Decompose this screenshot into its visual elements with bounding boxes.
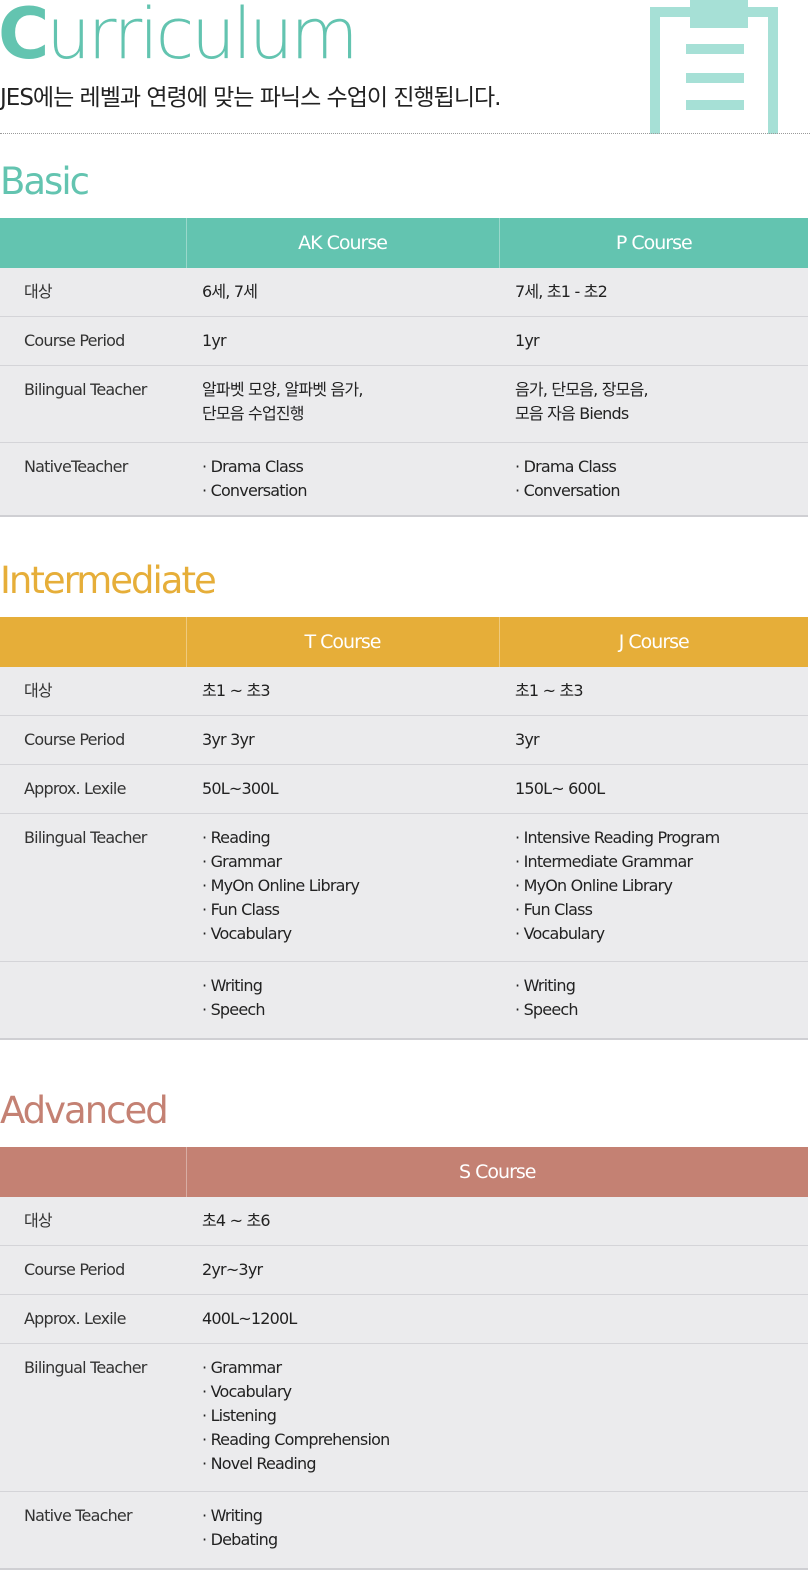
row-label: Course Period: [0, 1245, 186, 1295]
table-cell: 초4 ~ 초6: [186, 1197, 808, 1246]
table-cell: 2yr~3yr: [186, 1245, 808, 1295]
table-cell: · Intensive Reading Program · Intermedia…: [499, 813, 808, 962]
row-label: NativeTeacher: [0, 442, 186, 517]
basic-course-table: AK Course P Course 대상 6세, 7세 7세, 초1 - 초2…: [0, 218, 808, 517]
table-row: Course Period 3yr 3yr 3yr: [0, 715, 808, 765]
section-title-intermediate: Intermediate: [0, 559, 217, 602]
section-title-advanced: Advanced: [0, 1089, 169, 1132]
row-label: Bilingual Teacher: [0, 365, 186, 443]
row-label: 대상: [0, 1197, 186, 1246]
row-label: Approx. Lexile: [0, 764, 186, 814]
table-row: 대상 6세, 7세 7세, 초1 - 초2: [0, 268, 808, 317]
table-row: 대상 초1 ~ 초3 초1 ~ 초3: [0, 667, 808, 716]
table-cell: · Writing · Debating: [186, 1491, 808, 1570]
table-row: Course Period 1yr 1yr: [0, 316, 808, 366]
table-cell: 초1 ~ 초3: [186, 667, 499, 716]
column-header: [0, 1147, 186, 1197]
table-cell: 음가, 단모음, 장모음, 모음 자음 Biends: [499, 365, 808, 443]
column-header: P Course: [498, 218, 808, 268]
column-header: S Course: [185, 1147, 808, 1197]
table-cell: · Grammar · Vocabulary · Listening · Rea…: [186, 1343, 808, 1492]
clipboard-icon: [650, 0, 778, 134]
page-title-initial: C: [0, 0, 49, 75]
table-row: Approx. Lexile 400L~1200L: [0, 1294, 808, 1344]
table-cell: 150L~ 600L: [499, 764, 808, 814]
page-title: Curriculum: [0, 0, 359, 75]
page-header: Curriculum JES에는 레벨과 연령에 맞는 파닉스 수업이 진행됩니…: [0, 0, 810, 134]
row-label: Course Period: [0, 715, 186, 765]
table-row: NativeTeacher · Drama Class · Conversati…: [0, 442, 808, 517]
table-row: Bilingual Teacher · Grammar · Vocabulary…: [0, 1343, 808, 1492]
table-cell: 1yr: [499, 316, 808, 366]
table-row: 대상 초4 ~ 초6: [0, 1197, 808, 1246]
table-cell: 50L~300L: [186, 764, 499, 814]
table-row: Bilingual Teacher 알파벳 모양, 알파벳 음가, 단모음 수업…: [0, 365, 808, 443]
table-cell: 1yr: [186, 316, 499, 366]
table-cell: · Writing · Speech: [186, 961, 499, 1040]
table-row: Native Teacher · Writing · Debating: [0, 1491, 808, 1570]
page-subtitle: JES에는 레벨과 연령에 맞는 파닉스 수업이 진행됩니다.: [0, 85, 501, 111]
column-header: [0, 617, 186, 667]
column-header: [0, 218, 186, 268]
row-label: 대상: [0, 667, 186, 716]
table-cell: · Drama Class · Conversation: [186, 442, 499, 517]
row-label: Native Teacher: [0, 1491, 186, 1570]
table-cell: · Reading · Grammar · MyOn Online Librar…: [186, 813, 499, 962]
table-row: Bilingual Teacher · Reading · Grammar · …: [0, 813, 808, 962]
row-label: Course Period: [0, 316, 186, 366]
section-title-basic: Basic: [0, 160, 90, 203]
table-cell: · Writing · Speech: [499, 961, 808, 1040]
advanced-course-table: S Course 대상 초4 ~ 초6 Course Period 2yr~3y…: [0, 1147, 808, 1570]
table-cell: 초1 ~ 초3: [499, 667, 808, 716]
table-cell: 400L~1200L: [186, 1294, 808, 1344]
table-cell: 3yr: [499, 715, 808, 765]
page-title-rest: urriculum: [46, 0, 358, 75]
intermediate-course-table: T Course J Course 대상 초1 ~ 초3 초1 ~ 초3 Cou…: [0, 617, 808, 1040]
table-cell: 알파벳 모양, 알파벳 음가, 단모음 수업진행: [186, 365, 499, 443]
table-cell: 3yr 3yr: [186, 715, 499, 765]
table-cell: 7세, 초1 - 초2: [499, 268, 808, 317]
header-divider: [0, 133, 810, 134]
column-header: AK Course: [185, 218, 499, 268]
table-row: · Writing · Speech · Writing · Speech: [0, 961, 808, 1040]
row-label: 대상: [0, 268, 186, 317]
row-label: Bilingual Teacher: [0, 1343, 186, 1492]
table-cell: · Drama Class · Conversation: [499, 442, 808, 517]
table-cell: 6세, 7세: [186, 268, 499, 317]
table-row: Course Period 2yr~3yr: [0, 1245, 808, 1295]
table-row: Approx. Lexile 50L~300L 150L~ 600L: [0, 764, 808, 814]
column-header: J Course: [498, 617, 808, 667]
row-label: Bilingual Teacher: [0, 813, 186, 962]
column-header: T Course: [185, 617, 499, 667]
row-label: [0, 961, 186, 1040]
row-label: Approx. Lexile: [0, 1294, 186, 1344]
